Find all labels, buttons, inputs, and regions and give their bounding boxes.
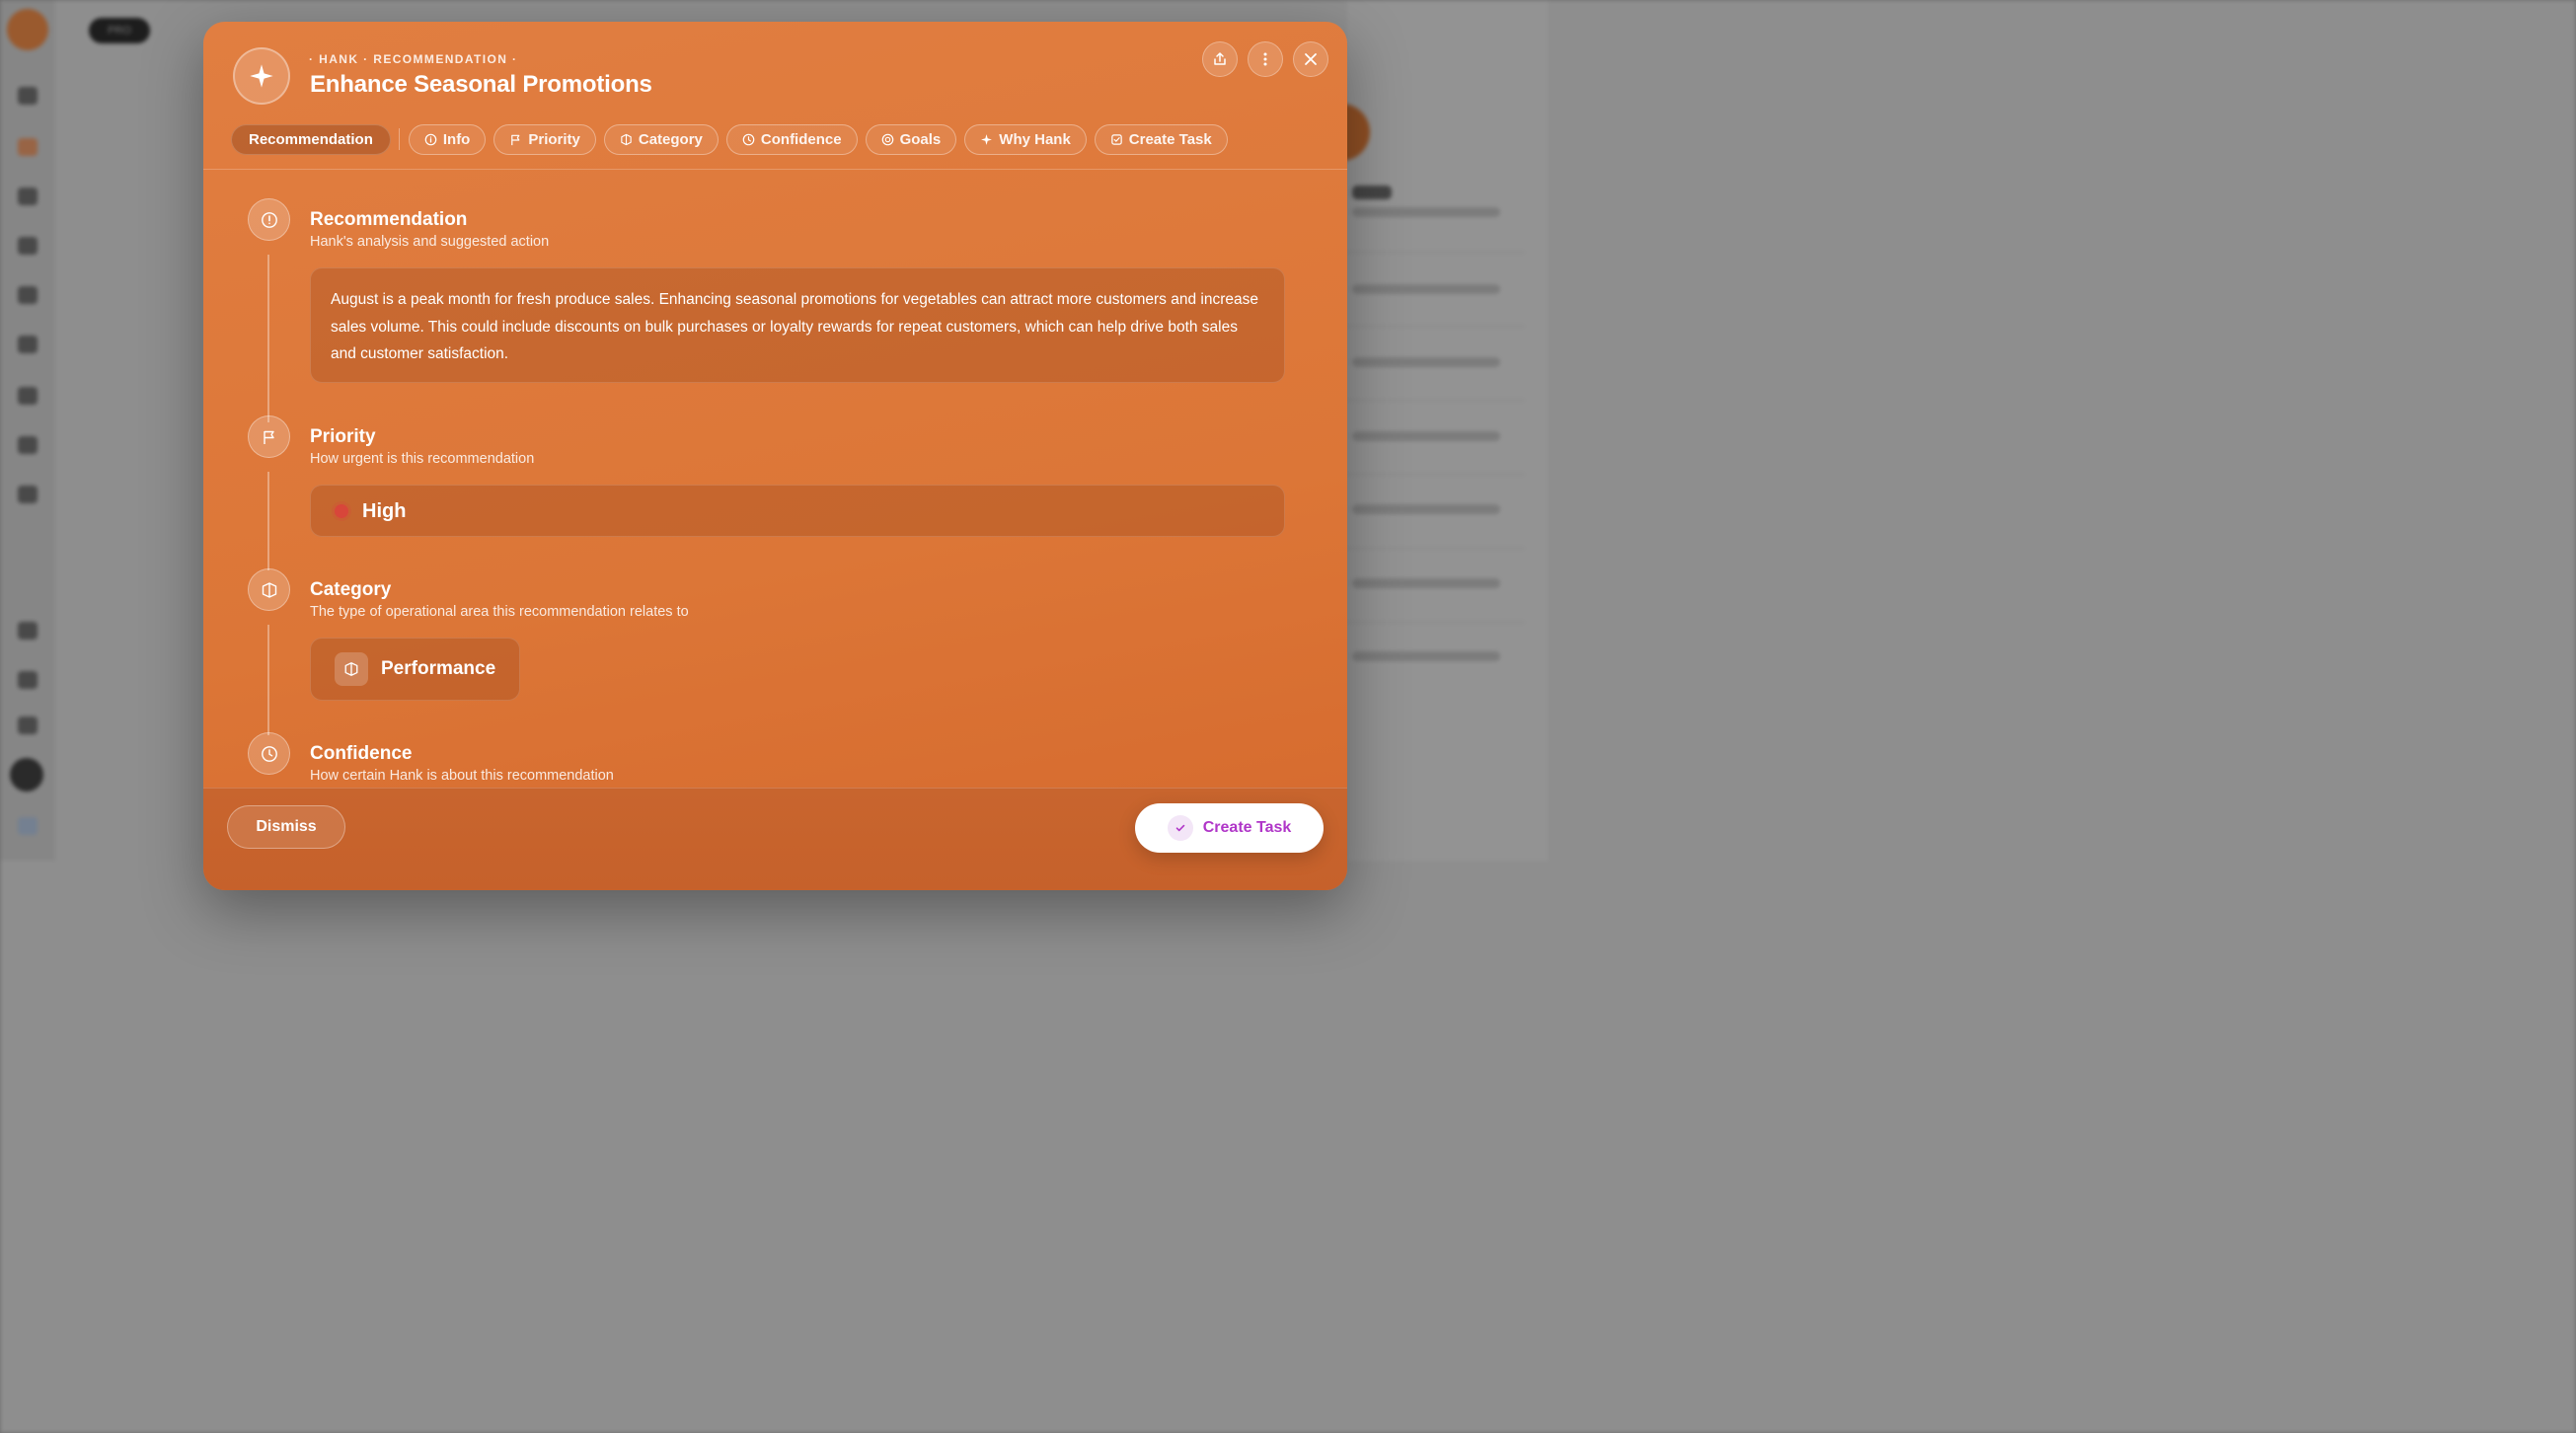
check-icon (1167, 815, 1193, 841)
nav-icon (18, 716, 38, 734)
tab-label: Why Hank (999, 130, 1071, 148)
tab-info[interactable]: Info (408, 123, 487, 155)
modal-title: Enhance Seasonal Promotions (310, 71, 652, 98)
divider (1347, 474, 1525, 475)
tab-label: Priority (528, 130, 580, 148)
background-right-panel (1347, 0, 1548, 861)
recommendation-card: August is a peak month for fresh produce… (310, 267, 1285, 383)
tab-create-task[interactable]: Create Task (1094, 123, 1228, 155)
confidence-subtitle: How certain Hank is about this recommend… (310, 768, 614, 784)
background-text (1352, 504, 1500, 514)
checkbox-icon (1111, 133, 1122, 145)
nav-icon (18, 622, 38, 640)
nav-icon (18, 817, 38, 835)
close-button[interactable] (1293, 41, 1328, 77)
nav-icon (18, 336, 38, 353)
background-text (1352, 207, 1500, 217)
modal-header: · HANK · RECOMMENDATION · Enhance Season… (203, 22, 1347, 170)
priority-value: High (362, 499, 407, 522)
close-icon (1305, 53, 1317, 65)
create-task-label: Create Task (1202, 819, 1292, 836)
nav-icon (18, 286, 38, 304)
priority-subtitle: How urgent is this recommendation (310, 451, 535, 467)
cube-icon (335, 652, 368, 686)
recommendation-title: Recommendation (310, 209, 468, 230)
tab-goals[interactable]: Goals (865, 123, 957, 155)
tab-label: Create Task (1128, 130, 1212, 148)
clock-icon (248, 732, 290, 775)
tab-separator (398, 128, 400, 150)
nav-icon (18, 486, 38, 503)
share-icon (1214, 52, 1226, 65)
category-chip: Performance (310, 638, 521, 701)
background-text (1352, 578, 1500, 588)
header-divider (203, 169, 1347, 170)
info-icon (424, 133, 437, 145)
background-text (1352, 651, 1500, 661)
flag-icon (248, 415, 290, 458)
clock-icon (742, 133, 755, 145)
tab-label: Goals (899, 130, 942, 148)
divider (1347, 400, 1525, 401)
tab-priority[interactable]: Priority (493, 123, 596, 155)
category-subtitle: The type of operational area this recomm… (310, 604, 689, 620)
divider (1347, 252, 1525, 253)
divider (1347, 326, 1525, 327)
nav-icon (18, 87, 38, 105)
plan-badge: PRO (89, 18, 150, 43)
cube-icon (621, 133, 632, 145)
nav-icon (18, 138, 38, 156)
nav-icon (18, 671, 38, 689)
flag-icon (511, 134, 520, 145)
cube-icon (248, 568, 290, 611)
tab-label: Recommendation (249, 130, 373, 148)
sparkle-icon (981, 133, 993, 145)
timeline-line (267, 472, 269, 570)
modal-footer: Dismiss Create Task (203, 788, 1347, 890)
share-button[interactable] (1202, 41, 1238, 77)
background-text (1352, 284, 1500, 294)
tab-why-hank[interactable]: Why Hank (964, 123, 1087, 155)
recommendation-subtitle: Hank's analysis and suggested action (310, 234, 550, 250)
tab-category[interactable]: Category (603, 123, 719, 155)
nav-icon (18, 237, 38, 255)
avatar (10, 758, 43, 792)
dismiss-button[interactable]: Dismiss (227, 805, 345, 849)
app-logo (7, 9, 48, 50)
alert-circle-icon (248, 198, 290, 241)
nav-icon (18, 387, 38, 405)
nav-icon (18, 436, 38, 454)
background-text (1352, 186, 1392, 199)
section-tabs: Recommendation Info Priority Category Co… (231, 123, 1236, 155)
priority-title: Priority (310, 426, 376, 447)
tab-confidence[interactable]: Confidence (725, 123, 858, 155)
priority-indicator-dot (335, 504, 348, 518)
recommendation-modal: · HANK · RECOMMENDATION · Enhance Season… (203, 22, 1347, 890)
background-text (1352, 431, 1500, 441)
recommendation-body: August is a peak month for fresh produce… (331, 291, 1258, 362)
divider (1347, 622, 1525, 623)
confidence-title: Confidence (310, 743, 413, 764)
modal-eyebrow: · HANK · RECOMMENDATION · (309, 52, 518, 66)
target-icon (881, 133, 893, 145)
divider (1347, 548, 1525, 549)
more-options-button[interactable] (1248, 41, 1283, 77)
create-task-button[interactable]: Create Task (1135, 803, 1324, 853)
sparkle-icon (233, 47, 290, 105)
tab-recommendation[interactable]: Recommendation (231, 123, 391, 155)
category-value: Performance (381, 658, 496, 679)
more-vertical-icon (1263, 52, 1267, 66)
timeline-line (267, 625, 269, 735)
nav-icon (18, 188, 38, 205)
priority-card: High (310, 485, 1285, 537)
timeline-line (267, 255, 269, 422)
background-sidebar (0, 0, 55, 861)
category-title: Category (310, 579, 392, 600)
tab-label: Category (638, 130, 703, 148)
tab-label: Confidence (760, 130, 842, 148)
background-text (1352, 357, 1500, 367)
tab-label: Info (442, 130, 471, 148)
